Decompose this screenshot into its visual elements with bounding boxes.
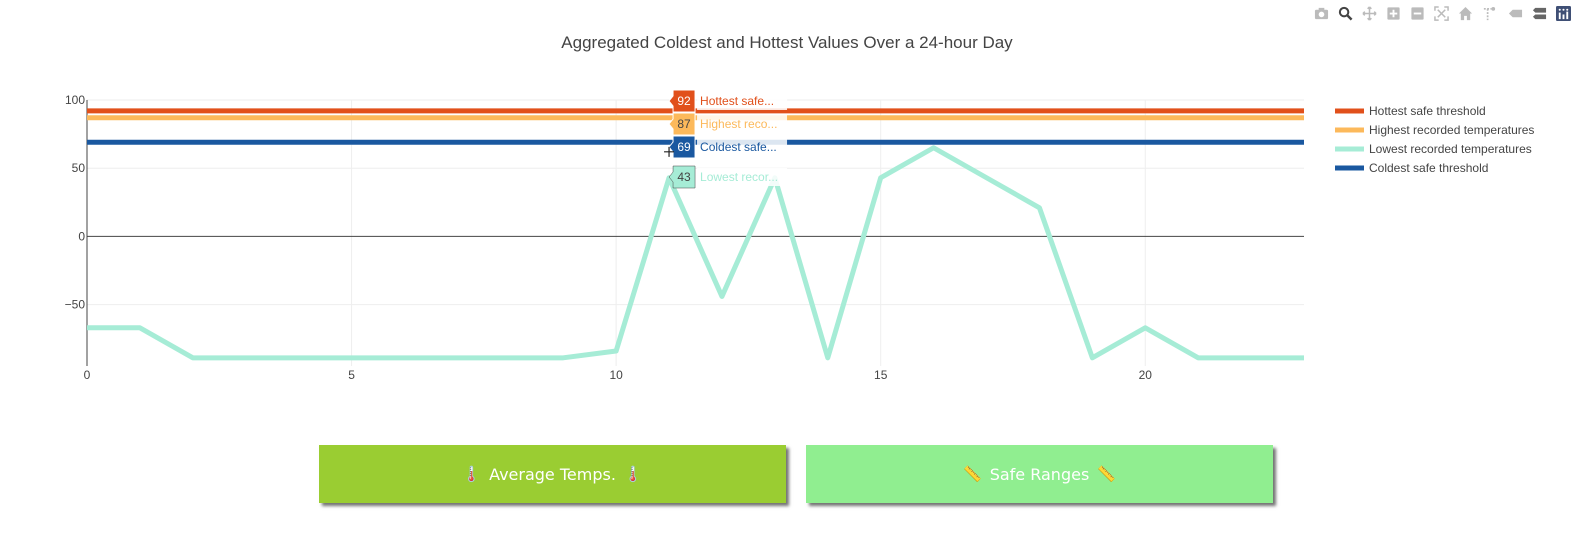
legend-label: Hottest safe threshold: [1369, 104, 1486, 118]
y-tick-label: 0: [78, 229, 85, 243]
hover-text: Hottest safe...: [700, 94, 774, 108]
average-temps-button[interactable]: 🌡️ Average Temps. 🌡️: [319, 445, 786, 503]
hover-value: 43: [677, 170, 691, 184]
y-tick-label: 50: [72, 161, 86, 175]
hover-labels: 92 Hottest safe... 87 Highest reco... 69 Cold…: [664, 89, 788, 189]
legend[interactable]: Hottest safe threshold Highest recorded t…: [1335, 104, 1534, 175]
thermometer-icon: 🌡️: [623, 465, 643, 483]
hover-text: Highest reco...: [700, 117, 777, 131]
hover-value: 92: [677, 94, 691, 108]
safe-ranges-button[interactable]: 📏 Safe Ranges 📏: [806, 445, 1273, 503]
x-tick-label: 20: [1139, 368, 1153, 382]
x-tick-label: 5: [348, 368, 355, 382]
safe-ranges-label: Safe Ranges: [989, 464, 1090, 484]
ruler-icon: 📏: [963, 465, 982, 483]
x-tick-label: 0: [84, 368, 91, 382]
x-tick-label: 10: [609, 368, 623, 382]
y-tick-label: −50: [65, 298, 86, 312]
legend-item[interactable]: Lowest recorded temperatures: [1335, 142, 1532, 156]
legend-item[interactable]: Highest recorded temperatures: [1335, 123, 1534, 137]
thermometer-icon: 🌡️: [462, 465, 482, 483]
hover-label: 43 Lowest recor...: [668, 165, 788, 189]
ruler-icon: 📏: [1097, 465, 1116, 483]
hover-value: 69: [677, 140, 691, 154]
legend-item[interactable]: Hottest safe threshold: [1335, 104, 1486, 118]
y-tick-label: 100: [65, 93, 85, 107]
hover-value: 87: [677, 117, 691, 131]
series-line-lowest-recorded-temperatures: [87, 145, 1304, 361]
hover-label: 92 Hottest safe...: [668, 89, 788, 113]
hover-label: 87 Highest reco...: [668, 112, 788, 136]
legend-item[interactable]: Coldest safe threshold: [1335, 161, 1488, 175]
hover-text: Lowest recor...: [700, 170, 778, 184]
chart-title: Aggregated Coldest and Hottest Values Ov…: [561, 33, 1013, 52]
hover-text: Coldest safe...: [700, 140, 777, 154]
x-tick-label: 15: [874, 368, 888, 382]
legend-label: Coldest safe threshold: [1369, 161, 1488, 175]
legend-label: Highest recorded temperatures: [1369, 123, 1534, 137]
hover-label: 69 Coldest safe...: [668, 135, 788, 159]
line-chart: Aggregated Coldest and Hottest Values Ov…: [65, 33, 1535, 382]
average-temps-label: Average Temps.: [489, 464, 616, 484]
legend-label: Lowest recorded temperatures: [1369, 142, 1532, 156]
